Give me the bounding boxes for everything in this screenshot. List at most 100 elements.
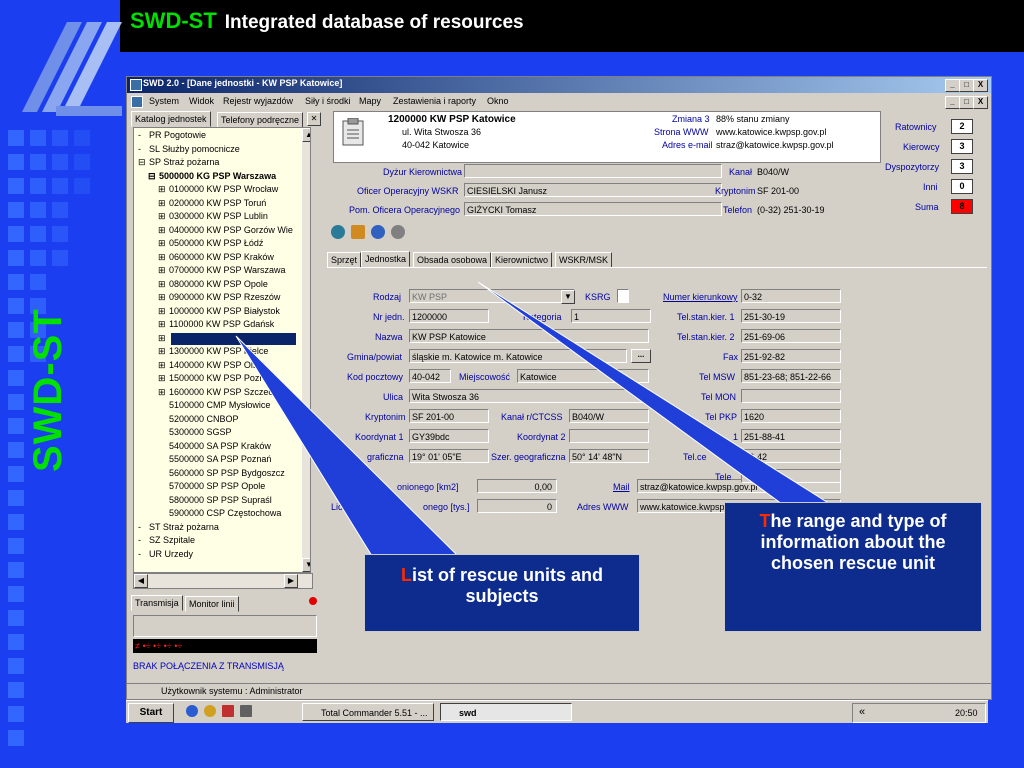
tree-expander-icon[interactable]: ⊞ [158, 360, 169, 371]
scroll-left-icon[interactable]: ◀ [134, 574, 148, 588]
tree-item[interactable]: - UR Urzedy [138, 549, 193, 559]
ie-icon[interactable] [186, 705, 198, 717]
menu-zestawienia[interactable]: Zestawienia i raporty [393, 96, 476, 106]
tree-expander-icon[interactable]: ⊞ [158, 373, 169, 384]
tree-item[interactable]: ⊞ 1400000 KW PSP Olszt [158, 360, 264, 371]
maximize-button[interactable]: □ [959, 79, 974, 92]
tree-item[interactable]: - PR Pogotowie [138, 130, 206, 140]
kryptonim-field[interactable]: SF 201-00 [409, 409, 489, 423]
tree-item[interactable]: ⊞ 0900000 KW PSP Rzeszów [158, 292, 280, 303]
tree-expander-icon[interactable]: - [138, 144, 149, 154]
tree-item[interactable]: 5500000 SA PSP Poznań [158, 454, 271, 464]
r3-field[interactable] [741, 469, 841, 483]
tree-item[interactable]: ⊞ 0200000 KW PSP Toruń [158, 198, 266, 209]
tree-expander-icon[interactable]: ⊞ [158, 265, 169, 276]
tree-expander-icon[interactable]: ⊞ [158, 225, 169, 236]
ulica-field[interactable]: Wita Stwosza 36 [409, 389, 649, 403]
nazwa-field[interactable]: KW PSP Katowice [409, 329, 649, 343]
tree-item[interactable]: 5400000 SA PSP Kraków [158, 441, 271, 451]
tree-expander-icon[interactable]: - [138, 549, 149, 559]
fax-field[interactable]: 251-92-82 [741, 349, 841, 363]
people-field[interactable]: 0 [477, 499, 557, 513]
gmina-field[interactable]: śląskie m. Katowice m. Katowice [409, 349, 627, 363]
numer-kierunkowy-link[interactable]: Numer kierunkowy [663, 292, 738, 302]
scroll-up-icon[interactable]: ▲ [302, 128, 310, 142]
menu-widok[interactable]: Widok [189, 96, 214, 106]
miejscowosc-field[interactable]: Katowice [517, 369, 649, 383]
menu-system[interactable]: System [149, 96, 179, 106]
menu-okno[interactable]: Okno [487, 96, 509, 106]
tree-item[interactable]: ⊞ 0600000 KW PSP Kraków [158, 252, 274, 263]
task-total-commander[interactable]: Total Commander 5.51 - ... [302, 703, 434, 721]
tree-item[interactable]: ⊞ 1600000 KW PSP Szczeci [158, 387, 275, 398]
tree-item[interactable]: ⊟ SP Straż pożarna [138, 157, 219, 168]
tree-item[interactable]: 5700000 SP PSP Opole [158, 481, 265, 491]
tree-expander-icon[interactable]: ⊟ [148, 171, 159, 182]
tray-expand-icon[interactable]: « [859, 706, 865, 718]
msw-field[interactable]: 851-23-68; 851-22-66 [741, 369, 841, 383]
tree-item[interactable]: - ST Straż pożarna [138, 522, 219, 532]
koordynat1-field[interactable]: GY39bdc [409, 429, 489, 443]
kanal-field[interactable]: B040/W [569, 409, 649, 423]
rodzaj-select[interactable]: KW PSP [409, 289, 575, 303]
start-button[interactable]: Start [128, 703, 174, 723]
chevron-down-icon[interactable]: ▼ [561, 290, 575, 304]
tree-item[interactable]: ⊞ 0300000 KW PSP Lublin [158, 211, 268, 222]
doc-minimize-button[interactable]: _ [945, 96, 960, 109]
tab-telefony[interactable]: Telefony podręczne [217, 112, 304, 128]
r2-field[interactable]: 88-42 [741, 449, 841, 463]
close-panel-icon[interactable]: ✕ [307, 112, 321, 126]
gray-icon[interactable] [391, 225, 405, 239]
mail-link[interactable]: Mail [613, 482, 630, 492]
minimize-button[interactable]: _ [945, 79, 960, 92]
desktop-icon[interactable] [240, 705, 252, 717]
task-swd[interactable]: swd [440, 703, 572, 721]
tab-jednostka[interactable]: Jednostka [361, 251, 411, 267]
dlug-geo-field[interactable]: 19° 01' 05"E [409, 449, 489, 463]
tree-item[interactable]: 5800000 SP PSP Supraśl [158, 495, 272, 505]
tree-expander-icon[interactable]: ⊟ [138, 157, 149, 168]
tree-item[interactable]: - SZ Szpitale [138, 535, 195, 545]
globe-icon[interactable] [331, 225, 345, 239]
tree-vertical-scrollbar[interactable]: ▲ ▼ [302, 128, 310, 572]
tree-item[interactable]: ⊞ 1300000 KW PSP Kielce [158, 346, 268, 357]
r1-field[interactable]: 251-88-41 [741, 429, 841, 443]
tree-item[interactable]: 5200000 CNBOP [158, 414, 239, 424]
doc-close-button[interactable]: X [973, 96, 988, 109]
tree-item[interactable]: ⊞ 1100000 KW PSP Gdańsk [158, 319, 274, 330]
tab-monitor-linii[interactable]: Monitor linii [185, 596, 239, 612]
tree-item[interactable]: ⊟ 5000000 KG PSP Warszawa [148, 171, 276, 182]
tree-item[interactable]: ⊞ 0700000 KW PSP Warszawa [158, 265, 286, 276]
tel1-field[interactable]: 251-30-19 [741, 309, 841, 323]
duty-field[interactable] [464, 164, 722, 178]
tab-obsada[interactable]: Obsada osobowa [413, 252, 492, 268]
close-button[interactable]: X [973, 79, 988, 92]
window-titlebar[interactable]: SWD 2.0 - [Dane jednostki - KW PSP Katow… [127, 77, 991, 93]
menu-mapy[interactable]: Mapy [359, 96, 381, 106]
app-quick-icon[interactable] [222, 705, 234, 717]
tree-item[interactable]: 5600000 SP PSP Bydgoszcz [158, 468, 285, 478]
gmina-browse-button[interactable]: ... [631, 349, 651, 363]
tab-transmisja[interactable]: Transmisja [131, 595, 183, 611]
tree-expander-icon[interactable]: ⊞ [158, 319, 169, 330]
tree-expander-icon[interactable]: - [138, 130, 149, 140]
tree-item[interactable]: - SL Służby pomocnicze [138, 144, 240, 154]
tree-expander-icon[interactable]: ⊞ [158, 292, 169, 303]
pkp-field[interactable]: 1620 [741, 409, 841, 423]
koordynat2-field[interactable] [569, 429, 649, 443]
tree-item[interactable]: 5300000 SGSP [158, 427, 232, 437]
mon-field[interactable] [741, 389, 841, 403]
scroll-down-icon[interactable]: ▼ [302, 558, 310, 572]
tree-item[interactable]: ⊞ 0500000 KW PSP Łódź [158, 238, 263, 249]
tree-expander-icon[interactable]: ⊞ [158, 184, 169, 195]
tree-expander-icon[interactable]: ⊞ [158, 387, 169, 398]
edit-icon[interactable] [351, 225, 365, 239]
tree-expander-icon[interactable]: ⊞ [158, 211, 169, 222]
menu-rejestr[interactable]: Rejestr wyjazdów [223, 96, 293, 106]
tree-expander-icon[interactable]: ⊞ [158, 333, 169, 344]
tree-expander-icon[interactable]: ⊞ [158, 306, 169, 317]
tree-item[interactable]: ⊞ 0100000 KW PSP Wrocław [158, 184, 278, 195]
tree-item[interactable]: ⊞ 0800000 KW PSP Opole [158, 279, 268, 290]
tree-item[interactable]: ⊞ 1000000 KW PSP Białystok [158, 306, 280, 317]
tree-expander-icon[interactable]: ⊞ [158, 252, 169, 263]
